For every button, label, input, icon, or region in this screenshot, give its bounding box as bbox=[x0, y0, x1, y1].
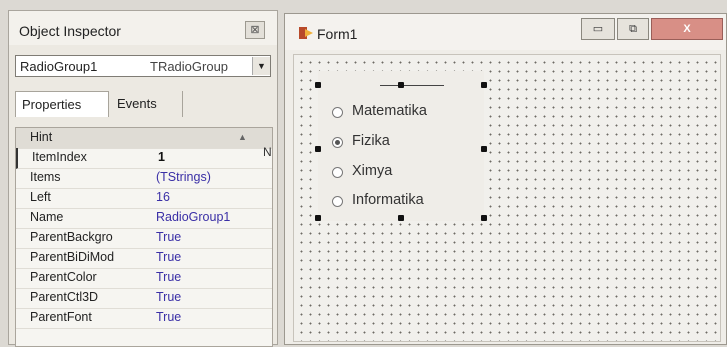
resize-handle[interactable] bbox=[398, 215, 404, 221]
inspector-title: Object Inspector bbox=[19, 23, 121, 39]
radio-button-icon[interactable] bbox=[332, 137, 343, 148]
form-titlebar: Form1 ▭ ⧉ X bbox=[285, 14, 726, 50]
scroll-indicator: N bbox=[263, 145, 272, 159]
component-selector[interactable]: RadioGroup1 TRadioGroup ▼ bbox=[15, 55, 271, 77]
radio-label: Matematika bbox=[352, 103, 427, 119]
property-row[interactable]: Items (TStrings) bbox=[16, 168, 272, 189]
form-design-canvas[interactable]: Matematika Fizika Ximya Informatika bbox=[293, 54, 721, 342]
property-value[interactable]: True bbox=[156, 230, 181, 244]
maximize-button[interactable]: ⧉ bbox=[617, 18, 649, 40]
radio-group-caption-line bbox=[380, 85, 444, 86]
close-button[interactable]: X bbox=[651, 18, 723, 40]
property-grid: Hint ▲ ItemIndex 1 Items (TStrings) Left 16 Name… bbox=[15, 127, 273, 347]
property-value[interactable]: 16 bbox=[156, 190, 170, 204]
component-type: TRadioGroup bbox=[150, 59, 229, 74]
property-name: ItemIndex bbox=[32, 150, 87, 164]
property-row[interactable]: ParentBiDiMod True bbox=[16, 248, 272, 269]
property-row[interactable]: Left 16 bbox=[16, 188, 272, 209]
property-row[interactable]: ItemIndex 1 bbox=[16, 148, 272, 169]
property-name: ParentColor bbox=[30, 270, 97, 284]
property-name: Items bbox=[30, 170, 61, 184]
radio-label: Fizika bbox=[352, 133, 390, 149]
tab-properties[interactable]: Properties bbox=[15, 91, 109, 117]
property-name: Name bbox=[30, 210, 64, 224]
property-value[interactable]: 1 bbox=[158, 150, 165, 164]
radio-label: Informatika bbox=[352, 192, 424, 208]
resize-handle[interactable] bbox=[315, 146, 321, 152]
resize-handle[interactable] bbox=[481, 82, 487, 88]
resize-handle[interactable] bbox=[481, 146, 487, 152]
resize-handle[interactable] bbox=[315, 82, 321, 88]
inspector-close-icon[interactable]: ⊠ bbox=[245, 21, 265, 39]
resize-handle[interactable] bbox=[481, 215, 487, 221]
property-name: Left bbox=[30, 190, 51, 204]
property-value[interactable]: True bbox=[156, 250, 181, 264]
property-row[interactable]: ParentColor True bbox=[16, 268, 272, 289]
form-window: Form1 ▭ ⧉ X Matematika Fizika Ximya Informa… bbox=[284, 13, 727, 345]
property-value[interactable]: True bbox=[156, 270, 181, 284]
property-name: ParentBiDiMod bbox=[30, 250, 115, 264]
property-row[interactable]: ParentCtl3D True bbox=[16, 288, 272, 309]
radio-group[interactable]: Matematika Fizika Ximya Informatika bbox=[315, 71, 487, 221]
radio-button-icon[interactable] bbox=[332, 196, 343, 207]
form-icon bbox=[299, 27, 313, 39]
form-title: Form1 bbox=[317, 26, 358, 42]
object-inspector-panel: Object Inspector ⊠ RadioGroup1 TRadioGro… bbox=[8, 10, 278, 347]
radio-button-icon[interactable] bbox=[332, 107, 343, 118]
minimize-button[interactable]: ▭ bbox=[581, 18, 615, 40]
property-name: Hint bbox=[30, 130, 53, 144]
resize-handle[interactable] bbox=[315, 215, 321, 221]
property-value[interactable]: True bbox=[156, 310, 181, 324]
radio-label: Ximya bbox=[352, 163, 393, 179]
property-name: ParentFont bbox=[30, 310, 92, 324]
inspector-titlebar: Object Inspector ⊠ bbox=[9, 11, 277, 45]
tab-events[interactable]: Events bbox=[111, 91, 183, 117]
chevron-down-icon[interactable]: ▼ bbox=[252, 57, 270, 75]
property-row[interactable]: ParentBackgro True bbox=[16, 228, 272, 249]
property-row[interactable]: Hint ▲ bbox=[16, 128, 272, 149]
property-value[interactable]: RadioGroup1 bbox=[156, 210, 230, 224]
property-value[interactable]: (TStrings) bbox=[156, 170, 211, 184]
component-name: RadioGroup1 bbox=[20, 59, 98, 74]
property-name: ParentBackgro bbox=[30, 230, 113, 244]
property-row[interactable]: Name RadioGroup1 bbox=[16, 208, 272, 229]
collapse-arrow-icon[interactable]: ▲ bbox=[238, 132, 247, 142]
resize-handle[interactable] bbox=[398, 82, 404, 88]
property-row[interactable]: ParentFont True bbox=[16, 308, 272, 329]
property-name: ParentCtl3D bbox=[30, 290, 99, 304]
radio-button-icon[interactable] bbox=[332, 167, 343, 178]
property-value[interactable]: True bbox=[156, 290, 181, 304]
